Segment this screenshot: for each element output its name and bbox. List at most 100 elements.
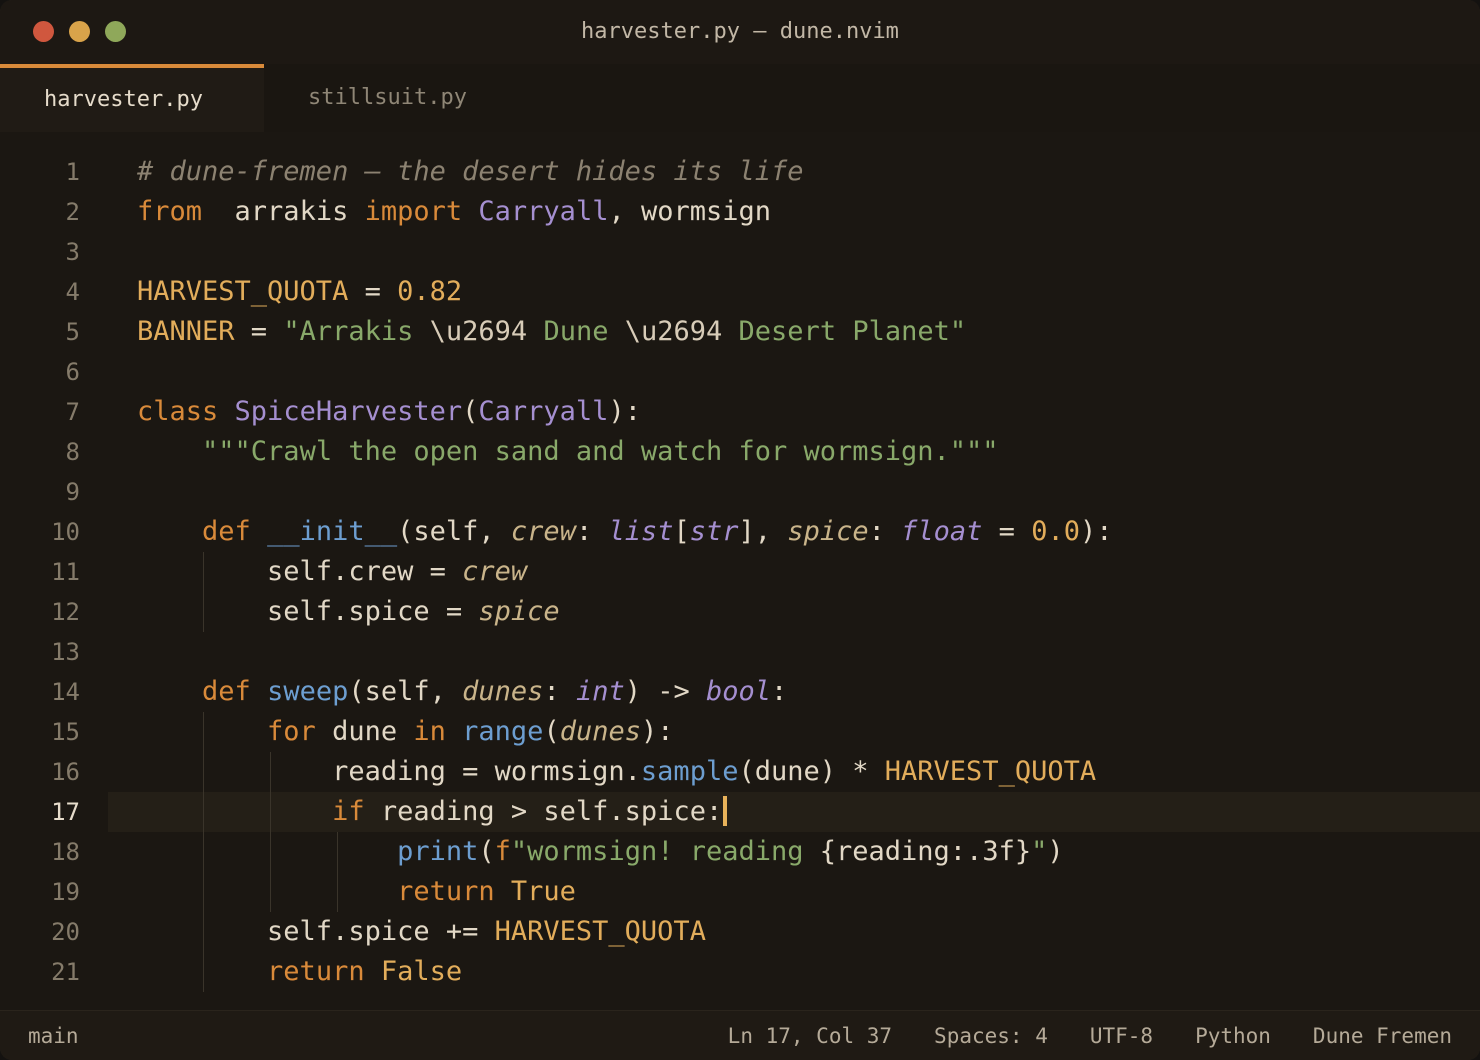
tab-stillsuit[interactable]: stillsuit.py [264,64,514,132]
code-line[interactable]: def sweep(self, dunes: int) -> bool: [137,672,787,712]
git-branch[interactable]: main [28,1011,79,1060]
color-theme[interactable]: Dune Fremen [1313,1011,1452,1060]
code-line[interactable]: self.crew = crew [137,552,527,592]
code-token: ) -> [624,676,707,707]
code-line[interactable]: from arrakis import Carryall, wormsign [137,192,771,232]
code-token: arrakis [202,196,365,227]
code-token: import [364,196,463,227]
line-number: 16 [51,758,80,786]
code-line[interactable]: for dune in range(dunes): [137,712,673,752]
code-line[interactable]: """Crawl the open sand and watch for wor… [137,432,999,472]
code-token: dunes [559,716,641,747]
code-line[interactable]: def __init__(self, crew: list[str], spic… [137,512,1112,552]
code-token: dunes [462,676,544,707]
cursor-position[interactable]: Ln 17, Col 37 [728,1011,892,1060]
code-token: Carryall [478,396,609,427]
window-title: harvester.py — dune.nvim [581,19,899,44]
tab-bar: harvester.py stillsuit.py [0,64,1480,133]
code-token: : [868,516,902,547]
code-token: "wormsign! reading [510,836,820,867]
code-token: f [494,836,511,867]
code-line[interactable]: return True [137,872,576,912]
code-token: # dune-fremen — the desert hides its lif… [137,156,804,187]
code-token: HARVEST_QUOTA [137,276,349,307]
line-number: 18 [51,838,80,866]
code-token: : [575,516,609,547]
line-number: 5 [65,318,80,346]
tab-label: harvester.py [44,87,203,112]
text-cursor [723,795,728,826]
code-line[interactable]: class SpiceHarvester(Carryall): [137,392,641,432]
code-token: print [397,836,479,867]
code-token: ) [1047,836,1064,867]
code-token: return [267,956,365,987]
code-token: if [332,796,365,827]
line-number: 13 [51,638,80,666]
code-token: (self, [348,676,463,707]
code-token: self.crew = [137,556,463,587]
line-number: 14 [51,678,80,706]
code-token: , wormsign [608,196,772,227]
code-token: reading = wormsign. [137,756,641,787]
indentation-setting[interactable]: Spaces: 4 [934,1011,1048,1060]
language-mode[interactable]: Python [1195,1011,1271,1060]
tab-label: stillsuit.py [308,85,467,110]
file-encoding[interactable]: UTF-8 [1090,1011,1153,1060]
code-token: """Crawl the open sand and watch for wor… [202,436,999,467]
code-editor[interactable]: 1 2 3 4 5 6 7 8 9 10 11 12 13 14 15 16 17 18 19 20 21 # dune… [0,132,1480,1010]
code-token: def [202,676,251,707]
code-token: HARVEST_QUOTA [494,916,706,947]
line-number: 2 [65,198,80,226]
code-line[interactable]: self.spice += HARVEST_QUOTA [137,912,706,952]
code-token: "Arrakis [283,316,430,347]
code-token: (dune) * [738,756,885,787]
code-token: range [462,716,544,747]
code-line[interactable]: if reading > self.spice: [137,792,728,832]
code-line[interactable]: BANNER = "Arrakis \u2694 Dune \u2694 Des… [137,312,966,352]
code-token: Desert Planet" [722,316,967,347]
code-token: ( [478,836,495,867]
code-token: from [137,196,203,227]
code-token: True [510,876,576,907]
line-number: 1 [65,158,80,186]
code-token: \u2694 [429,316,528,347]
code-token: : [771,676,788,707]
code-line[interactable]: return False [137,952,462,992]
status-bar: main Ln 17, Col 37 Spaces: 4 UTF-8 Pytho… [0,1010,1480,1060]
code-token: = [982,516,1032,547]
code-token: def [202,516,251,547]
line-number: 3 [65,238,80,266]
code-token: ], [738,516,788,547]
code-line[interactable]: # dune-fremen — the desert hides its lif… [137,152,803,192]
code-line[interactable]: reading = wormsign.sample(dune) * HARVES… [137,752,1096,792]
code-token: sample [640,756,739,787]
code-token: reading > self.spice: [364,796,723,827]
line-number: 12 [51,598,80,626]
code-token: " [1031,836,1048,867]
code-line[interactable]: HARVEST_QUOTA = 0.82 [137,272,462,312]
code-token: str [689,516,739,547]
code-token: 0.82 [397,276,463,307]
tab-harvester[interactable]: harvester.py [0,64,264,132]
code-token: ( [543,716,560,747]
code-token: bool [706,676,772,707]
code-token: (self, [397,516,511,547]
code-token: spice [478,596,560,627]
code-token: SpiceHarvester [234,396,463,427]
code-line[interactable]: self.spice = spice [137,592,560,632]
code-line[interactable]: print(f"wormsign! reading {reading:.3f}"… [137,832,1064,872]
code-token: self.spice += [137,916,495,947]
